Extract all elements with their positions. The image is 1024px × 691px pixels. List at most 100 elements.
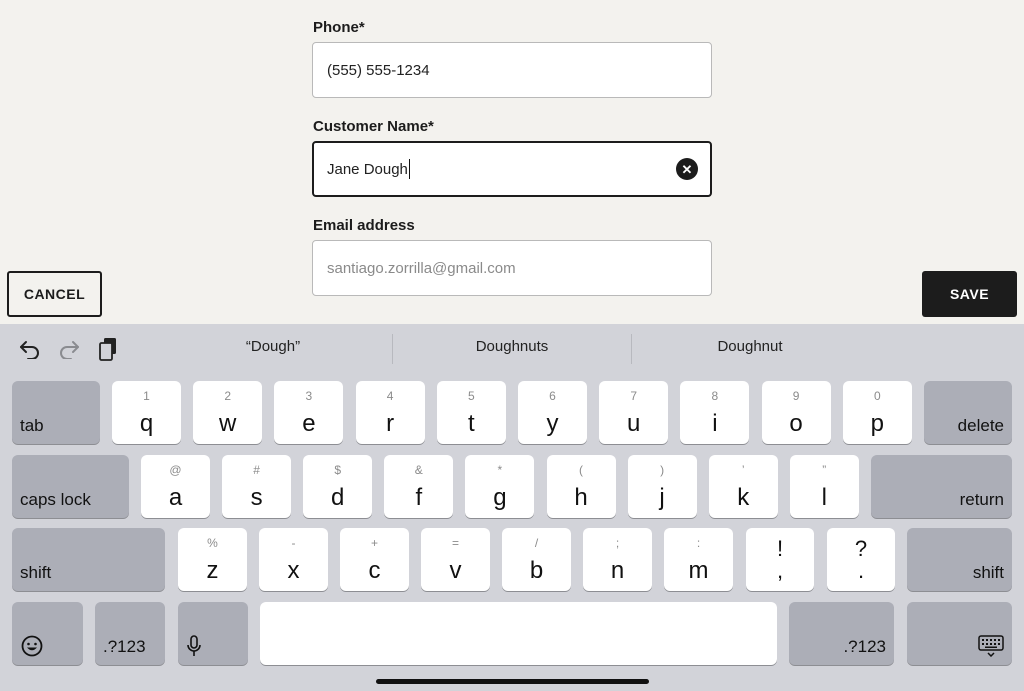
- return-key[interactable]: return: [871, 455, 1012, 518]
- hide-keyboard-key[interactable]: [907, 602, 1012, 665]
- key-a-label: a: [168, 484, 183, 511]
- key-i[interactable]: 8i: [680, 381, 750, 444]
- key-y-label: y: [546, 410, 559, 437]
- key-a[interactable]: @ a: [141, 455, 210, 518]
- phone-label: Phone*: [313, 19, 365, 36]
- numbers-right-key[interactable]: .?123: [789, 602, 894, 665]
- keyboard-icon: [978, 635, 1004, 657]
- dictation-key[interactable]: [178, 602, 248, 665]
- key-n-alt: ;: [615, 536, 620, 550]
- key-f[interactable]: & f: [384, 455, 454, 518]
- phone-field[interactable]: (555) 555-1234: [312, 42, 712, 98]
- key-t-label: t: [467, 410, 475, 437]
- key-w[interactable]: 2w: [193, 381, 263, 444]
- key-w-label: w: [219, 410, 237, 437]
- redo-icon[interactable]: [56, 336, 82, 362]
- caps-lock-key[interactable]: caps lock: [12, 455, 129, 518]
- email-field[interactable]: santiago.zorrilla@gmail.com: [312, 240, 712, 296]
- key-x-label: x: [287, 557, 300, 584]
- key-question-top: ?: [854, 536, 868, 561]
- key-n[interactable]: ; n: [583, 528, 652, 591]
- key-g[interactable]: * g: [465, 455, 535, 518]
- key-j[interactable]: ) j: [627, 455, 697, 518]
- key-w-alt: 2: [224, 389, 232, 403]
- emoji-icon: [21, 635, 43, 657]
- key-y[interactable]: 6y: [518, 381, 587, 444]
- key-exclaim-comma[interactable]: ! ,: [746, 528, 814, 591]
- key-c[interactable]: + c: [340, 528, 409, 591]
- key-z-label: z: [206, 557, 219, 584]
- suggestion-1[interactable]: “Dough”: [173, 338, 373, 355]
- key-e[interactable]: 3e: [274, 381, 344, 444]
- cancel-button[interactable]: CANCEL: [7, 271, 102, 317]
- phone-value: (555) 555-1234: [327, 61, 430, 79]
- key-l-alt: ”: [822, 463, 827, 477]
- key-b-label: b: [529, 557, 544, 584]
- key-exclaim-top: !: [776, 536, 784, 561]
- key-x[interactable]: -x: [259, 528, 328, 591]
- clipboard-icon[interactable]: [95, 336, 121, 362]
- numbers-left-key[interactable]: .?123: [95, 602, 165, 665]
- key-i-label: i: [712, 410, 718, 437]
- shift-right-key[interactable]: shift: [907, 528, 1012, 591]
- key-s-label: s: [250, 484, 263, 511]
- key-u-label: u: [627, 410, 641, 437]
- key-u[interactable]: 7u: [599, 381, 669, 444]
- space-key[interactable]: [260, 602, 777, 665]
- suggestion-3[interactable]: Doughnut: [650, 338, 850, 355]
- key-r-alt: 4: [386, 389, 394, 403]
- key-k[interactable]: ’ k: [708, 455, 778, 518]
- key-period-bottom: .: [857, 558, 865, 583]
- key-comma-bottom: ,: [776, 558, 784, 583]
- key-r[interactable]: 4r: [355, 381, 425, 444]
- home-indicator: [376, 679, 649, 684]
- key-o-label: o: [789, 410, 803, 437]
- key-o[interactable]: 9o: [761, 381, 831, 444]
- key-u-alt: 7: [630, 389, 638, 403]
- key-b[interactable]: / b: [502, 528, 571, 591]
- key-n-label: n: [610, 557, 625, 584]
- caps-lock-key-label: caps lock: [20, 490, 91, 509]
- suggestion-divider: [631, 334, 632, 364]
- emoji-key[interactable]: [12, 602, 83, 665]
- key-g-alt: *: [497, 463, 503, 477]
- key-z[interactable]: % z: [178, 528, 247, 591]
- email-label: Email address: [313, 217, 415, 234]
- save-button[interactable]: SAVE: [922, 271, 1017, 317]
- delete-key[interactable]: delete: [924, 381, 1012, 444]
- key-m-alt: :: [696, 536, 701, 550]
- customer-name-field[interactable]: Jane Dough ✕: [312, 141, 712, 197]
- undo-icon[interactable]: [17, 336, 43, 362]
- microphone-icon: [186, 635, 202, 657]
- suggestion-2[interactable]: Doughnuts: [412, 338, 612, 355]
- key-p[interactable]: 0p: [842, 381, 912, 444]
- key-j-label: j: [659, 484, 665, 511]
- key-d[interactable]: $ d: [303, 455, 373, 518]
- key-d-alt: $: [334, 463, 342, 477]
- clear-icon[interactable]: ✕: [676, 158, 698, 180]
- shift-left-key[interactable]: shift: [12, 528, 165, 591]
- key-m[interactable]: :m: [664, 528, 733, 591]
- key-f-label: f: [415, 484, 423, 511]
- key-l-label: l: [821, 484, 827, 511]
- key-l[interactable]: ” l: [789, 455, 859, 518]
- customer-name-label: Customer Name*: [313, 118, 434, 135]
- key-p-alt: 0: [873, 389, 881, 403]
- key-s[interactable]: # s: [222, 455, 292, 518]
- customer-name-value: Jane Dough: [327, 160, 408, 178]
- shift-left-key-label: shift: [20, 563, 52, 582]
- tab-key-label: tab: [20, 416, 44, 435]
- keyboard-toolbar: “Dough” Doughnuts Doughnut: [0, 324, 1024, 374]
- key-t[interactable]: 5t: [436, 381, 506, 444]
- key-question-period[interactable]: ? .: [827, 528, 895, 591]
- text-caret: [408, 159, 411, 179]
- onscreen-keyboard: “Dough” Doughnuts Doughnut tab 1q2w3e4r5…: [0, 324, 1024, 691]
- key-v[interactable]: = v: [421, 528, 490, 591]
- tab-key[interactable]: tab: [12, 381, 100, 444]
- key-k-alt: ’: [741, 463, 745, 477]
- key-h[interactable]: (h: [546, 455, 616, 518]
- key-c-label: c: [368, 557, 381, 584]
- key-q[interactable]: 1q: [112, 381, 181, 444]
- key-c-alt: +: [370, 536, 378, 550]
- key-d-label: d: [331, 484, 345, 511]
